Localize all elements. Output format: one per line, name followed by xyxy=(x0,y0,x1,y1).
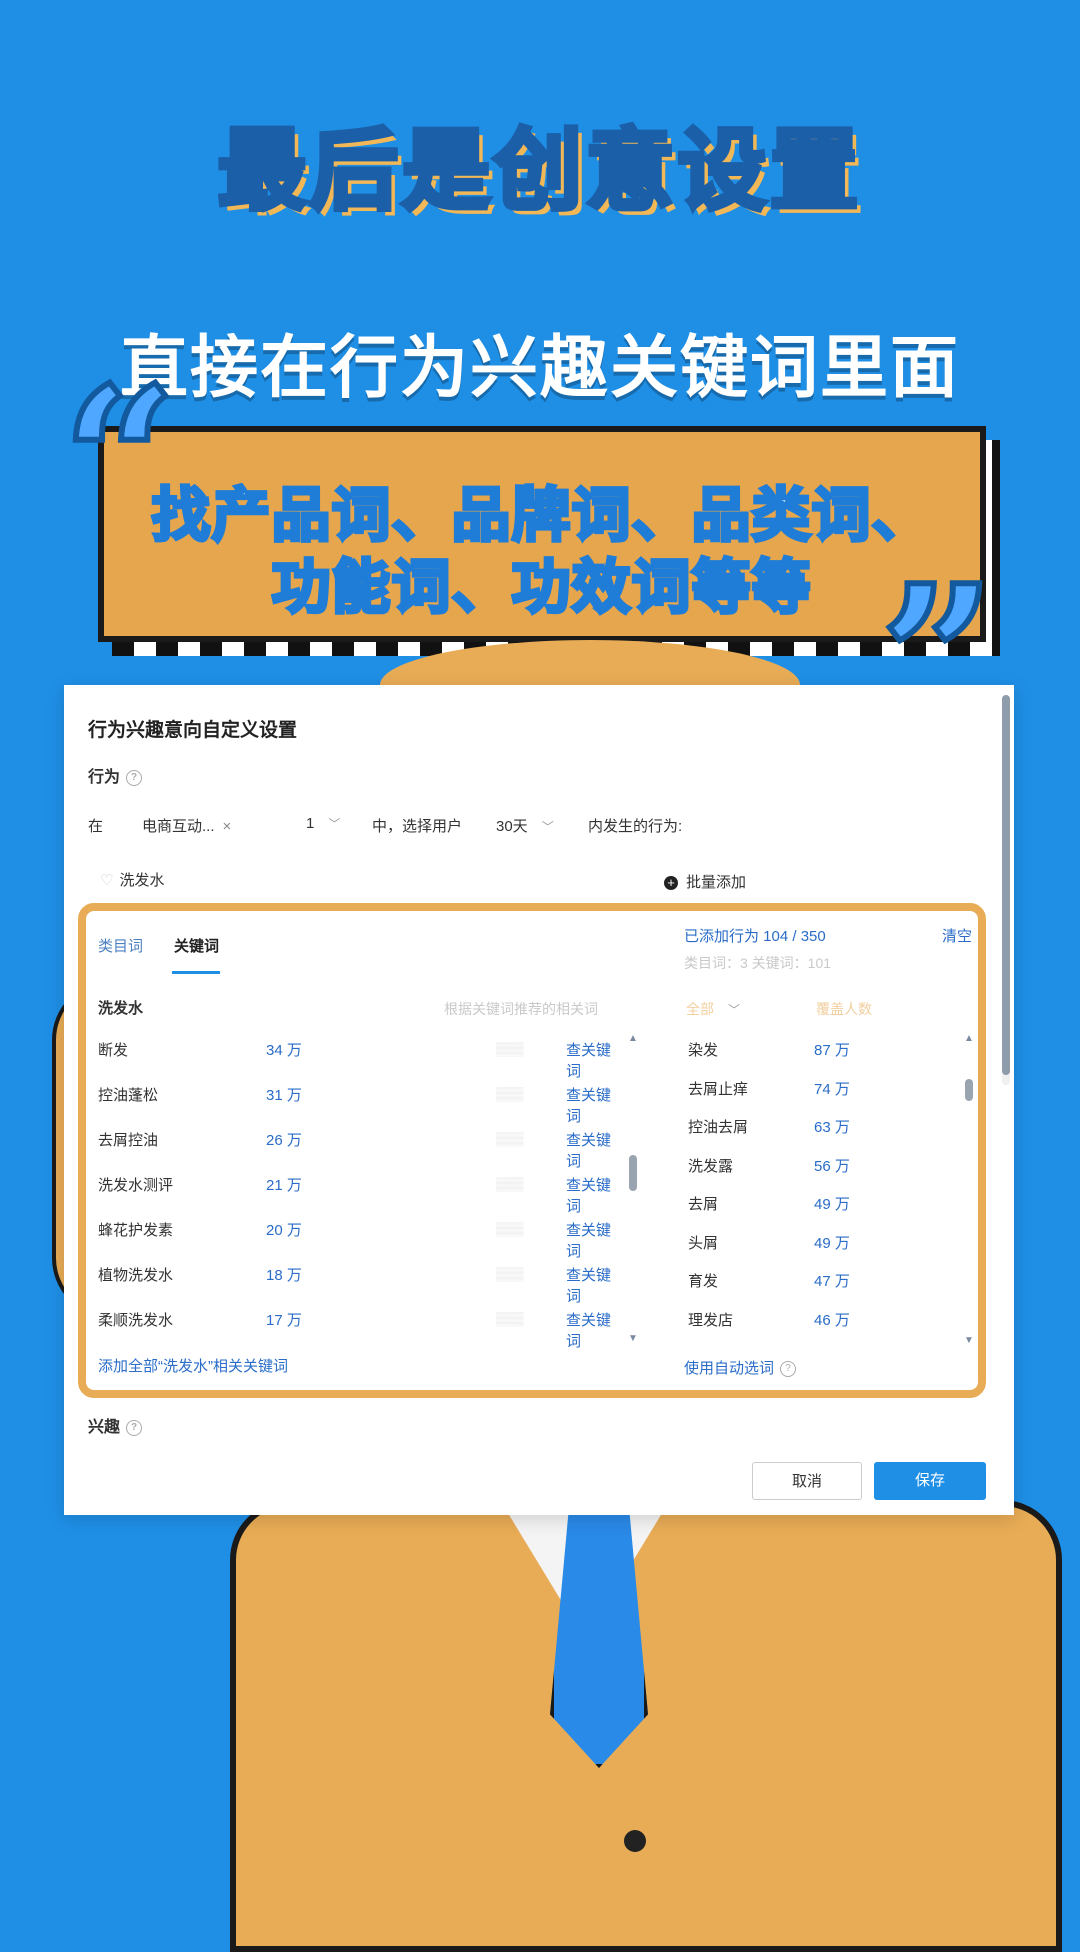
list-item[interactable]: 染发 87 万 xyxy=(688,1039,948,1078)
coverage-header: 覆盖人数 xyxy=(816,1001,872,1017)
chevron-down-icon: ﹀ xyxy=(728,1003,741,1017)
view-keyword-link[interactable]: 查关键词 xyxy=(566,1174,618,1216)
scroll-down-icon[interactable]: ▼ xyxy=(964,1335,974,1346)
tab-keywords[interactable]: 关键词 xyxy=(174,935,219,956)
right-keyword-list: 染发 87 万 去屑止痒 74 万 控油去屑 63 万 洗发露 56 万 去屑 … xyxy=(688,1039,948,1347)
info-icon[interactable]: ? xyxy=(780,1361,797,1378)
clear-button[interactable]: 清空 xyxy=(942,925,972,946)
character-button xyxy=(624,1830,646,1852)
list-item[interactable]: 头屑 49 万 xyxy=(688,1232,948,1271)
view-keyword-link[interactable]: 查关键词 xyxy=(566,1084,618,1126)
interest-label: 兴趣? xyxy=(88,1413,143,1437)
list-item[interactable]: 柔顺洗发水 17 万 ▒▒▒ 查关键词 xyxy=(98,1309,618,1354)
info-icon[interactable]: ? xyxy=(126,1419,143,1436)
tab-category-words[interactable]: 类目词 xyxy=(98,935,143,956)
behavior-label: 行为? xyxy=(88,763,143,787)
view-keyword-link[interactable]: 查关键词 xyxy=(566,1129,618,1171)
view-keyword-link[interactable]: 查关键词 xyxy=(566,1309,618,1351)
auto-select-link[interactable]: 使用自动选词? xyxy=(684,1357,797,1378)
dialog-scrollbar-track[interactable] xyxy=(1002,695,1010,1085)
headline: 最后是创意设置 xyxy=(215,117,862,225)
list-item[interactable]: 理发店 46 万 xyxy=(688,1309,948,1348)
added-detail: 类目词：3 关键词：101 xyxy=(684,955,832,971)
keyword-search-input[interactable]: ♡ 洗发水 xyxy=(100,869,164,890)
list-item[interactable]: 去屑止痒 74 万 xyxy=(688,1078,948,1117)
scroll-down-icon[interactable]: ▼ xyxy=(628,1333,638,1344)
list-item[interactable]: 植物洗发水 18 万 ▒▒▒ 查关键词 xyxy=(98,1264,618,1309)
dialog-title: 行为兴趣意向自定义设置 xyxy=(88,720,298,741)
chevron-down-icon: ﹀ xyxy=(541,820,554,834)
banner-line-2: 功能词、功效词等等 xyxy=(270,551,812,623)
dialog-scrollbar-thumb[interactable] xyxy=(1002,695,1010,1075)
list-item[interactable]: 洗发水测评 21 万 ▒▒▒ 查关键词 xyxy=(98,1174,618,1219)
row-middle: 中，选择用户 xyxy=(372,818,463,835)
character-body xyxy=(230,1500,1062,1952)
added-count: 已添加行为 104 / 350 xyxy=(684,928,826,945)
save-button[interactable]: 保存 xyxy=(874,1462,986,1500)
settings-dialog: 行为兴趣意向自定义设置 行为? 在 电商互动... × 1 ﹀ 中，选择用户 30天… xyxy=(64,685,1014,1515)
scroll-up-icon[interactable]: ▲ xyxy=(964,1033,974,1044)
bulk-add-button[interactable]: + 批量添加 xyxy=(664,871,746,892)
plus-icon: + xyxy=(664,876,678,891)
left-scrollbar-thumb[interactable] xyxy=(629,1155,637,1191)
add-all-link[interactable]: 添加全部“洗发水”相关关键词 xyxy=(98,1355,288,1376)
list-item[interactable]: 断发 34 万 ▒▒▒ 查关键词 xyxy=(98,1039,618,1084)
active-tab-indicator xyxy=(172,971,220,974)
view-keyword-link[interactable]: 查关键词 xyxy=(566,1219,618,1261)
list-item[interactable]: 控油去屑 63 万 xyxy=(688,1116,948,1155)
chevron-down-icon: ﹀ xyxy=(328,817,341,831)
related-words-header: 根据关键词推荐的相关词 xyxy=(444,1001,598,1017)
row-suffix: 内发生的行为: xyxy=(588,818,683,835)
list-item[interactable]: 洗发露 56 万 xyxy=(688,1155,948,1194)
days-select[interactable]: 30天 ﹀ xyxy=(496,815,554,836)
tag-remove-icon[interactable]: × xyxy=(223,818,232,835)
count-select[interactable]: 1 ﹀ xyxy=(306,815,340,832)
left-keyword-list: 断发 34 万 ▒▒▒ 查关键词 控油蓬松 31 万 ▒▒▒ 查关键词 去屑控油… xyxy=(98,1039,618,1354)
list-item[interactable]: 蜂花护发素 20 万 ▒▒▒ 查关键词 xyxy=(98,1219,618,1264)
cancel-button[interactable]: 取消 xyxy=(752,1462,862,1500)
list-item[interactable]: 育发 47 万 xyxy=(688,1270,948,1309)
sort-select[interactable]: 全部 ﹀ xyxy=(686,999,740,1019)
right-scrollbar-thumb[interactable] xyxy=(965,1079,973,1101)
view-keyword-link[interactable]: 查关键词 xyxy=(566,1264,618,1306)
scroll-up-icon[interactable]: ▲ xyxy=(628,1033,638,1044)
search-icon: ♡ xyxy=(100,872,114,889)
row-prefix: 在 xyxy=(88,818,104,835)
scene-tag[interactable]: 电商互动... × xyxy=(142,815,231,836)
group-title: 洗发水 xyxy=(98,1000,144,1017)
list-item[interactable]: 去屑控油 26 万 ▒▒▒ 查关键词 xyxy=(98,1129,618,1174)
view-keyword-link[interactable]: 查关键词 xyxy=(566,1039,618,1081)
info-icon[interactable]: ? xyxy=(126,769,143,786)
list-item[interactable]: 去屑 49 万 xyxy=(688,1193,948,1232)
list-item[interactable]: 控油蓬松 31 万 ▒▒▒ 查关键词 xyxy=(98,1084,618,1129)
keyword-panel: 类目词 关键词 已添加行为 104 / 350 清空 类目词：3 关键词：101… xyxy=(78,903,986,1398)
